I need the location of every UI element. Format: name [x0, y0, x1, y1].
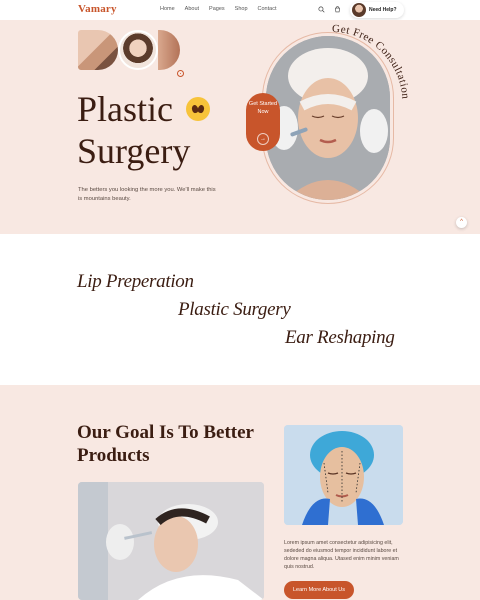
need-help-label: Need Help? [369, 7, 397, 13]
logo[interactable]: Vamary [78, 3, 117, 15]
arc-text: Get Free Consultation [332, 23, 411, 100]
face-mapping-illustration [284, 425, 403, 525]
scroll-top-button[interactable]: ^ [456, 217, 467, 228]
learn-more-button[interactable]: Learn More About Us [284, 581, 354, 599]
avatar [352, 3, 366, 17]
service-item: Ear Reshaping [285, 327, 395, 348]
nav-item-shop[interactable]: Shop [235, 6, 248, 12]
injection-illustration [78, 482, 264, 600]
heart-eyes-emoji-icon [186, 97, 210, 121]
service-item: Plastic Surgery [178, 299, 291, 320]
hero-description: The betters you looking the more you. We… [78, 187, 216, 202]
svg-text:Get Free Consultation: Get Free Consultation [332, 23, 412, 100]
about-treatment-image [78, 482, 264, 600]
about-title: Our Goal Is To Better Products [77, 422, 254, 466]
hero-section: Plastic Surgery The betters you looking … [0, 20, 480, 234]
service-item: Lip Preperation [77, 271, 194, 292]
search-icon[interactable] [318, 6, 325, 13]
about-face-mapping-image [284, 425, 403, 525]
nav-item-pages[interactable]: Pages [209, 6, 225, 12]
site-header: Vamary Home About Pages Shop Contact Nee… [0, 0, 480, 20]
nav-item-contact[interactable]: Contact [258, 6, 277, 12]
get-started-label: Get Started Now [248, 101, 278, 115]
arrow-right-icon: → [257, 133, 269, 145]
hero-title-line2: Surgery [77, 131, 191, 171]
need-help-button[interactable]: Need Help? [350, 2, 404, 18]
hero-thumb-image [158, 30, 180, 70]
services-band: Lip Preperation Plastic Surgery Ear Resh… [0, 234, 480, 385]
hero-title-line1: Plastic [77, 89, 173, 129]
nav-item-about[interactable]: About [185, 6, 199, 12]
about-text: Lorem ipsum amet consectetur adipisicing… [284, 540, 399, 570]
play-icon[interactable] [177, 70, 184, 77]
get-started-button[interactable]: Get Started Now → [246, 93, 280, 151]
about-section: Our Goal Is To Better Products Lorem ips… [0, 385, 480, 600]
cart-icon[interactable] [334, 6, 341, 13]
main-nav: Home About Pages Shop Contact [160, 6, 276, 12]
consultation-arc-label: Get Free Consultation [332, 23, 412, 100]
hero-thumb-image [78, 30, 118, 70]
hero-thumb-image [118, 30, 158, 70]
nav-item-home[interactable]: Home [160, 6, 175, 12]
